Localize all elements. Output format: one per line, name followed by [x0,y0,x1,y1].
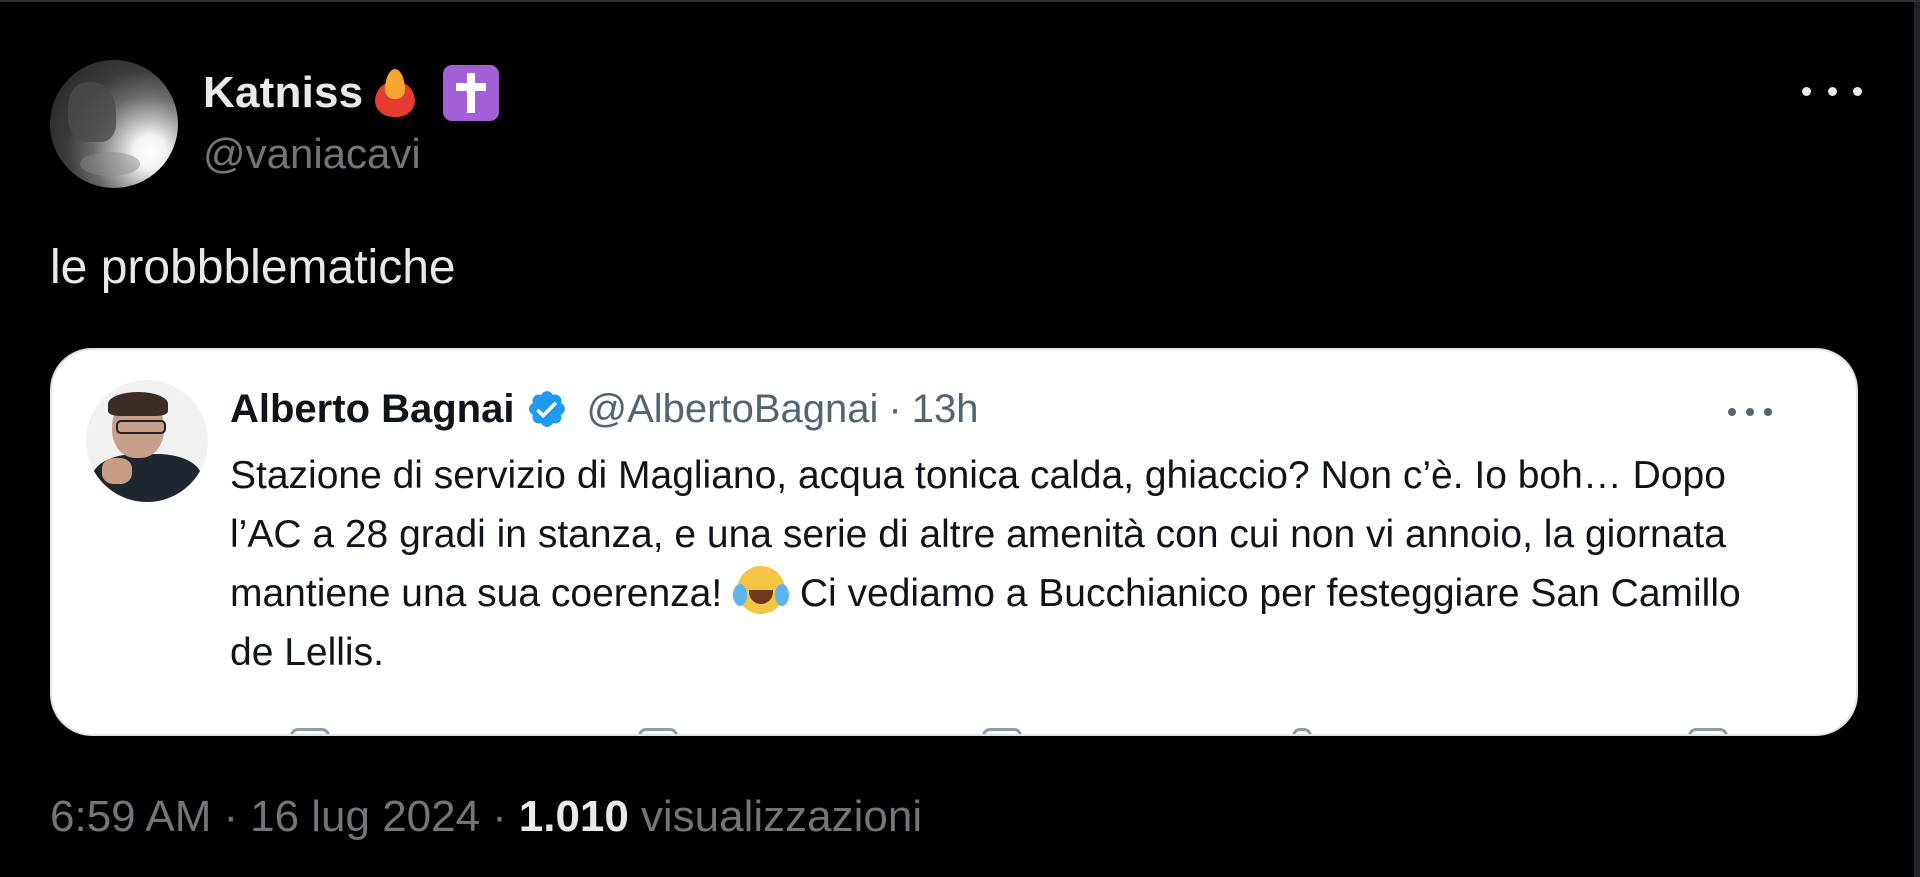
views-count: 1.010 [518,792,629,841]
like-icon[interactable] [982,728,1022,734]
quoted-timestamp[interactable]: 13h [912,387,979,432]
author-display-name[interactable]: Katniss [203,68,363,118]
avatar-highlight [80,152,140,176]
tweet-text: le probbblematiche [50,241,456,294]
quoted-author-handle[interactable]: @AlbertoBagnai [586,387,878,432]
quoted-header: Alberto Bagnai @AlbertoBagnai · 13h [230,378,978,440]
meta-separator: · [223,792,239,841]
quoted-author-name[interactable]: Alberto Bagnai [230,387,514,432]
quoted-action-bar [230,728,1790,734]
verified-badge-icon [526,388,568,430]
more-options-icon[interactable] [1802,76,1862,106]
reply-icon[interactable] [290,728,330,734]
author-name-row: Katniss [203,64,500,122]
quoted-more-options-icon[interactable] [1728,402,1772,422]
tweet-meta: 6:59 AM · 16 lug 2024 · 1.010 visualizza… [50,792,922,842]
views-icon[interactable] [1292,728,1312,734]
quoted-separator: · [888,386,902,431]
latin-cross-emoji-icon [443,65,500,121]
tweet-time[interactable]: 6:59 AM [50,792,211,842]
tweet-date[interactable]: 16 lug 2024 [250,792,480,842]
retweet-icon[interactable] [638,728,678,734]
views-label: visualizzazioni [640,792,923,841]
meta-separator: · [492,792,507,841]
scrollbar-track[interactable] [1914,2,1920,877]
bookmark-icon[interactable] [1688,728,1728,734]
fire-heart-emoji-icon [369,67,421,119]
avatar-figure [68,82,116,142]
author-avatar[interactable] [50,60,178,188]
face-with-tears-of-joy-icon [733,566,790,614]
quoted-author-avatar[interactable] [86,380,208,502]
tweet-card: Katniss @vaniacavi le probbblematiche Al… [0,0,1920,877]
quoted-tweet[interactable]: Alberto Bagnai @AlbertoBagnai · 13h Staz… [50,348,1858,736]
quoted-tweet-text: Stazione di servizio di Magliano, acqua … [230,446,1750,682]
author-handle[interactable]: @vaniacavi [203,130,421,178]
